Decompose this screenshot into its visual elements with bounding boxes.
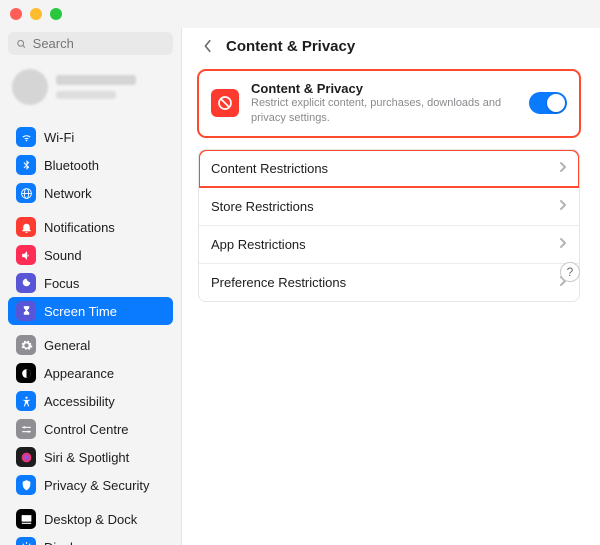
page-title: Content & Privacy: [226, 38, 355, 55]
appearance-icon: [16, 363, 36, 383]
row-label: App Restrictions: [211, 237, 306, 252]
search-field[interactable]: [8, 32, 173, 55]
accessibility-icon: [16, 391, 36, 411]
bluetooth-icon: [16, 155, 36, 175]
sidebar-item-accessibility[interactable]: Accessibility: [8, 387, 173, 415]
sidebar-item-label: Network: [44, 186, 92, 201]
sidebar-item-label: Notifications: [44, 220, 115, 235]
traffic-lights: [10, 8, 62, 20]
row-store-restrictions[interactable]: Store Restrictions: [199, 187, 579, 225]
sidebar-item-appearance[interactable]: Appearance: [8, 359, 173, 387]
content-privacy-toggle[interactable]: [529, 92, 567, 114]
close-window-button[interactable]: [10, 8, 22, 20]
sidebar-item-label: Desktop & Dock: [44, 512, 137, 527]
hourglass-icon: [16, 301, 36, 321]
minimize-window-button[interactable]: [30, 8, 42, 20]
displays-icon: [16, 537, 36, 545]
wifi-icon: [16, 127, 36, 147]
sidebar-item-network[interactable]: Network: [8, 179, 173, 207]
sidebar-item-notifications[interactable]: Notifications: [8, 213, 173, 241]
sidebar: Wi-Fi Bluetooth Network Notifications Sound…: [0, 28, 182, 545]
content-privacy-icon: [211, 89, 239, 117]
back-button[interactable]: [198, 36, 218, 56]
chevron-right-icon: [559, 161, 567, 176]
sidebar-item-label: Control Centre: [44, 422, 129, 437]
chevron-left-icon: [203, 39, 213, 53]
sidebar-item-control-centre[interactable]: Control Centre: [8, 415, 173, 443]
hand-icon: [16, 475, 36, 495]
sidebar-item-label: Siri & Spotlight: [44, 450, 129, 465]
sidebar-item-label: Displays: [44, 540, 93, 545]
row-label: Store Restrictions: [211, 199, 314, 214]
bell-icon: [16, 217, 36, 237]
panel-description: Restrict explicit content, purchases, do…: [251, 96, 517, 126]
sound-icon: [16, 245, 36, 265]
desktop-icon: [16, 509, 36, 529]
content-privacy-panel: Content & Privacy Restrict explicit cont…: [198, 70, 580, 137]
search-icon: [16, 38, 27, 50]
sidebar-item-screen-time[interactable]: Screen Time: [8, 297, 173, 325]
avatar: [12, 69, 48, 105]
sidebar-item-label: General: [44, 338, 90, 353]
maximize-window-button[interactable]: [50, 8, 62, 20]
chevron-right-icon: [559, 199, 567, 214]
sidebar-item-siri-spotlight[interactable]: Siri & Spotlight: [8, 443, 173, 471]
account-name: [56, 75, 136, 99]
panel-title: Content & Privacy: [251, 81, 517, 96]
sidebar-item-label: Bluetooth: [44, 158, 99, 173]
search-input[interactable]: [33, 36, 165, 51]
row-app-restrictions[interactable]: App Restrictions: [199, 225, 579, 263]
sidebar-item-desktop-dock[interactable]: Desktop & Dock: [8, 505, 173, 533]
window-titlebar: [0, 0, 600, 28]
sidebar-item-sound[interactable]: Sound: [8, 241, 173, 269]
sidebar-item-label: Accessibility: [44, 394, 115, 409]
help-button[interactable]: ?: [560, 262, 580, 282]
siri-icon: [16, 447, 36, 467]
sidebar-item-label: Privacy & Security: [44, 478, 149, 493]
controls-icon: [16, 419, 36, 439]
sidebar-item-label: Screen Time: [44, 304, 117, 319]
sidebar-item-bluetooth[interactable]: Bluetooth: [8, 151, 173, 179]
sidebar-item-label: Appearance: [44, 366, 114, 381]
sidebar-item-displays[interactable]: Displays: [8, 533, 173, 545]
sidebar-item-general[interactable]: General: [8, 331, 173, 359]
restrictions-list: Content Restrictions Store Restrictions Ap…: [198, 149, 580, 302]
sidebar-item-label: Wi-Fi: [44, 130, 74, 145]
row-label: Preference Restrictions: [211, 275, 346, 290]
row-preference-restrictions[interactable]: Preference Restrictions: [199, 263, 579, 301]
chevron-right-icon: [559, 237, 567, 252]
sidebar-item-privacy-security[interactable]: Privacy & Security: [8, 471, 173, 499]
sidebar-item-focus[interactable]: Focus: [8, 269, 173, 297]
row-content-restrictions[interactable]: Content Restrictions: [199, 150, 579, 187]
content-pane: Content & Privacy Content & Privacy Rest…: [182, 28, 600, 545]
gear-icon: [16, 335, 36, 355]
focus-icon: [16, 273, 36, 293]
sidebar-item-label: Focus: [44, 276, 79, 291]
row-label: Content Restrictions: [211, 161, 328, 176]
sidebar-item-label: Sound: [44, 248, 82, 263]
network-icon: [16, 183, 36, 203]
sidebar-item-wi-fi[interactable]: Wi-Fi: [8, 123, 173, 151]
header: Content & Privacy: [198, 36, 580, 56]
account-block[interactable]: [8, 63, 173, 117]
